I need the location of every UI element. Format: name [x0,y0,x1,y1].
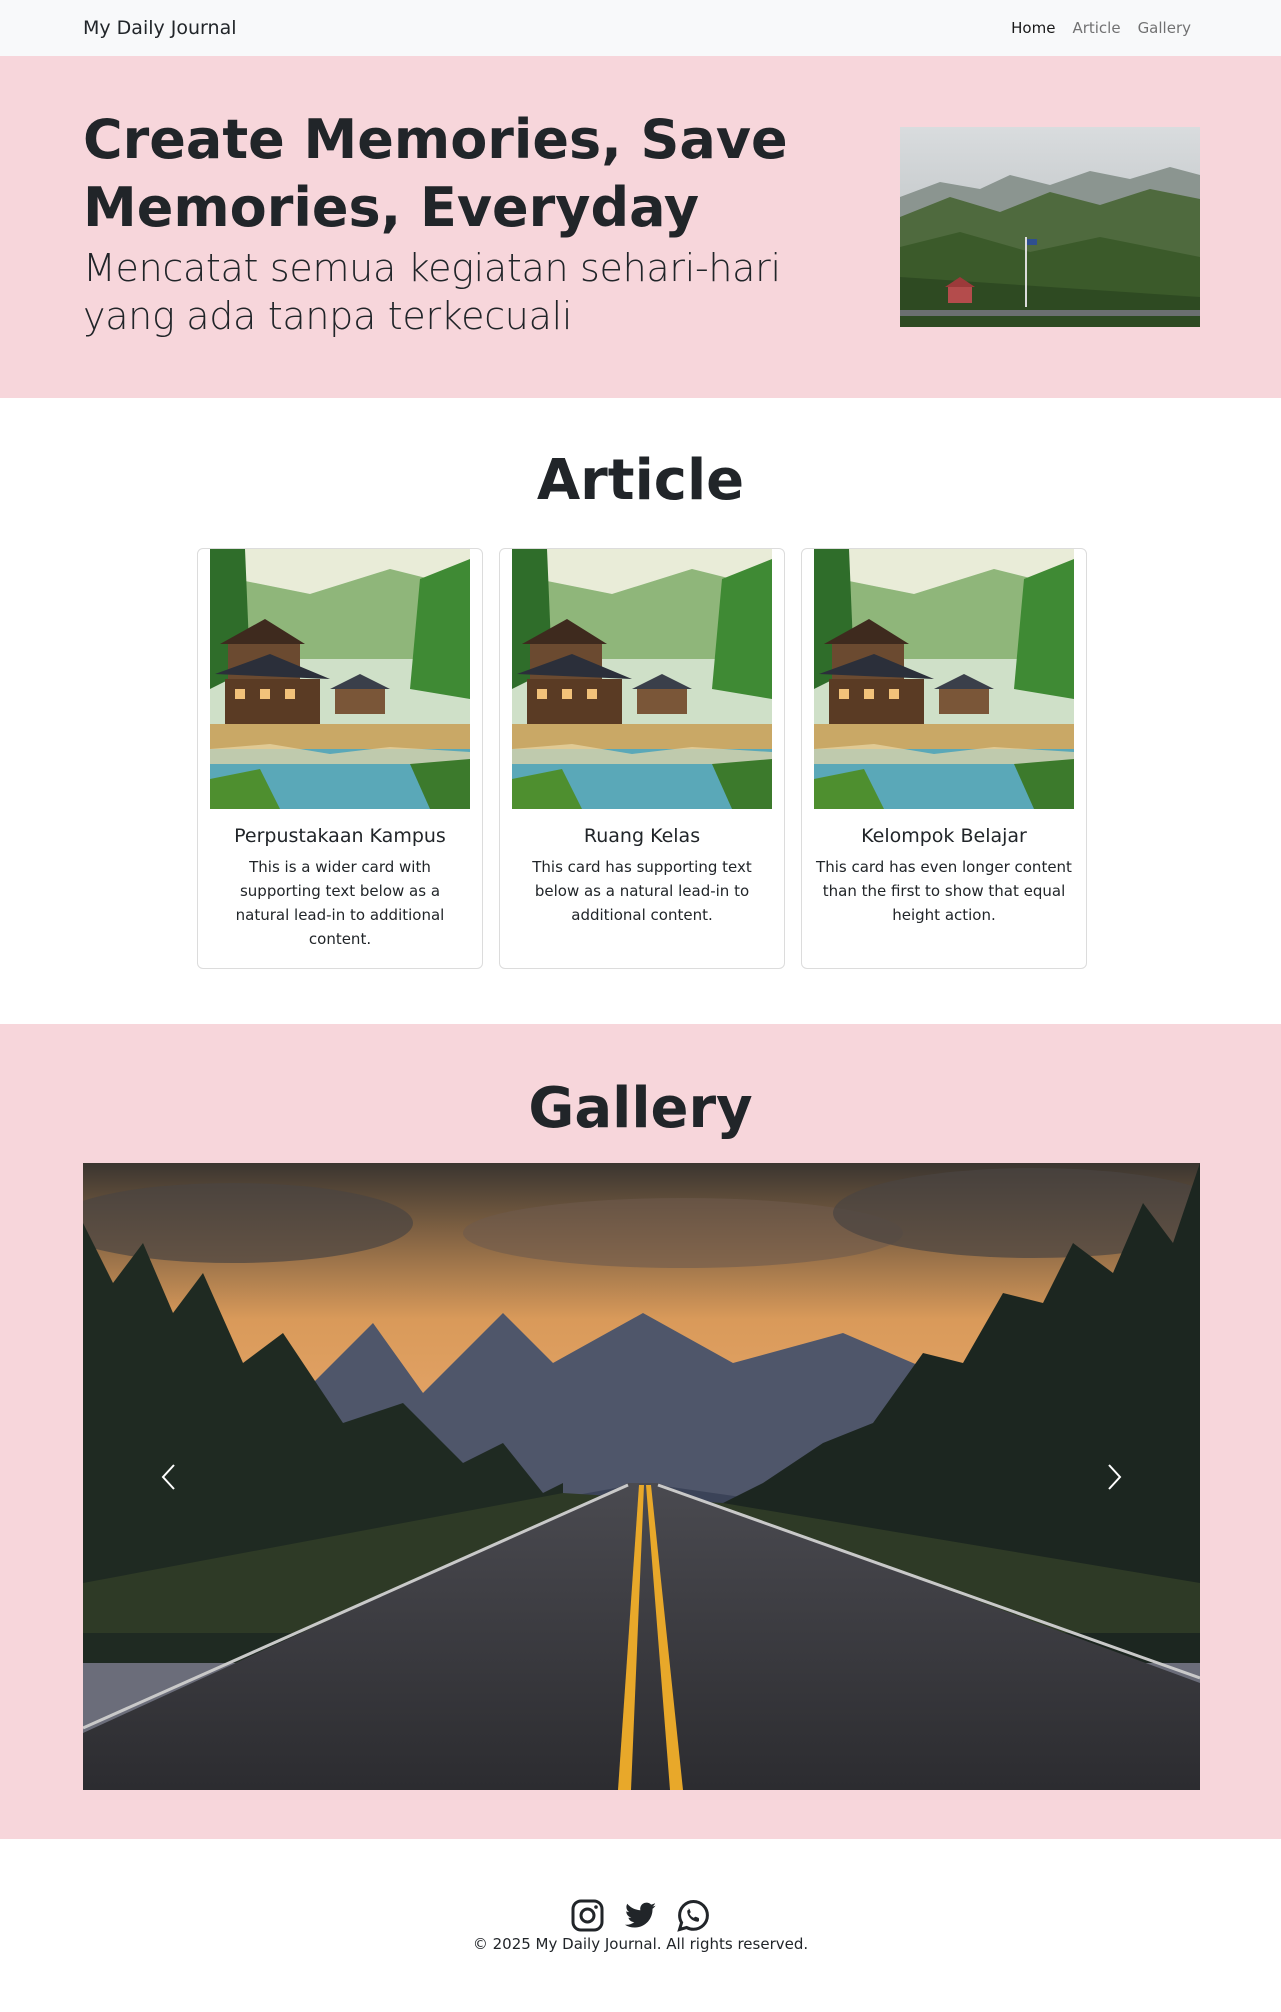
instagram-icon[interactable] [571,1899,604,1932]
card-text: This card has even longer content than t… [816,858,1072,924]
social-links [0,1899,1281,1932]
navbar: My Daily Journal Home Article Gallery [0,0,1281,56]
hero-title: Create Memories, Save Memories, Everyday [83,108,788,239]
twitter-icon[interactable] [624,1899,657,1932]
article-section: Article Perpustakaan Kampus This is a wi… [0,398,1281,1024]
article-card[interactable]: Perpustakaan Kampus This is a wider card… [197,548,483,969]
nav-link-home[interactable]: Home [1011,19,1055,37]
article-heading: Article [536,448,745,513]
article-cards: Perpustakaan Kampus This is a wider card… [197,548,1087,969]
gallery-heading: Gallery [528,1076,753,1141]
nav-link-gallery[interactable]: Gallery [1138,19,1191,37]
navbar-brand[interactable]: My Daily Journal [83,17,237,39]
whatsapp-icon[interactable] [677,1899,710,1932]
hero-image [900,127,1200,327]
card-image [814,549,1074,809]
hero-subtitle: Mencatat semua kegiatan sehari-hari yang… [83,246,781,338]
nav-links: Home Article Gallery [1011,19,1191,37]
carousel-prev-button[interactable] [83,1163,253,1790]
article-card[interactable]: Ruang Kelas This card has supporting tex… [499,548,785,969]
nav-link-article[interactable]: Article [1072,19,1120,37]
copyright-text: © 2025 My Daily Journal. All rights rese… [472,1935,809,1953]
article-card[interactable]: Kelompok Belajar This card has even long… [801,548,1087,969]
card-text: This is a wider card with supporting tex… [235,858,445,948]
card-text: This card has supporting text below as a… [532,858,752,924]
card-image [210,549,470,809]
gallery-section: Gallery [0,1024,1281,1839]
carousel-next-button[interactable] [1030,1163,1200,1790]
card-title: Ruang Kelas [583,825,701,847]
chevron-right-icon [1108,1463,1122,1490]
footer: © 2025 My Daily Journal. All rights rese… [0,1839,1281,2012]
hero-section: Create Memories, Save Memories, Everyday… [0,56,1281,398]
card-image [512,549,772,809]
gallery-carousel[interactable] [83,1163,1200,1790]
card-title: Kelompok Belajar [861,825,1027,847]
card-title: Perpustakaan Kampus [234,825,446,847]
chevron-left-icon [161,1463,175,1490]
